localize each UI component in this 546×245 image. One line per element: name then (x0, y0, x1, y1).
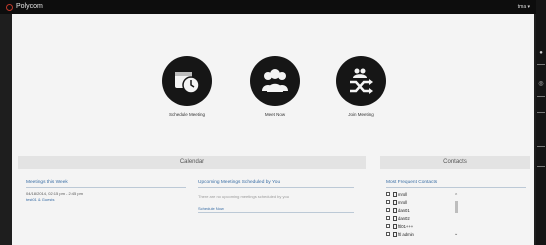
contact-checkbox[interactable] (386, 224, 390, 228)
calendar-clock-icon (175, 72, 200, 94)
right-sidebar: ● ◎ (536, 0, 546, 245)
contact-icon (393, 191, 397, 197)
calendar-header: Calendar (18, 156, 366, 169)
contact-checkbox[interactable] (386, 208, 390, 212)
contact-icon (393, 207, 397, 213)
meet-now-button[interactable] (250, 56, 300, 106)
contact-row[interactable]: dan02 (386, 215, 410, 221)
contact-icon (393, 199, 397, 205)
meetings-this-week-title: Meetings this Week (26, 180, 68, 185)
sidebar-divider (537, 112, 545, 113)
section-underline (386, 187, 526, 188)
meet-now-tile[interactable]: Meet Now (246, 56, 304, 117)
contact-row[interactable]: ftl admin (386, 231, 414, 237)
contact-icon (393, 223, 397, 229)
section-underline (26, 187, 186, 188)
most-frequent-contacts-title: Most Frequent Contacts (386, 180, 438, 185)
top-bar: Polycom tma ▾ (0, 0, 536, 14)
join-meeting-tile[interactable]: Join Meeting (332, 56, 390, 117)
contact-name: ftl01+++ (398, 223, 414, 229)
contacts-header: Contacts (380, 156, 530, 169)
scroll-up-icon[interactable]: ⌃ (454, 193, 458, 199)
upcoming-meetings-title: Upcoming Meetings Scheduled by You (198, 180, 281, 185)
section-underline (198, 212, 354, 213)
people-icon (262, 69, 288, 92)
sidebar-divider (537, 146, 545, 147)
contact-checkbox[interactable] (386, 216, 390, 220)
meet-now-label: Meet Now (264, 112, 286, 117)
contact-icon (393, 215, 397, 221)
contact-name: mroll (398, 199, 408, 205)
headset-icon[interactable]: ◎ (537, 80, 545, 88)
schedule-now-link[interactable]: Schedule Now (198, 206, 224, 211)
schedule-meeting-tile[interactable]: Schedule Meeting (158, 56, 216, 117)
logo-icon (6, 3, 13, 11)
user-icon[interactable]: ● (537, 50, 545, 58)
shuffle-people-icon (350, 68, 373, 94)
contact-checkbox[interactable] (386, 192, 390, 196)
contact-row[interactable]: mroll (386, 199, 407, 205)
contact-icon (393, 231, 397, 237)
meeting-time: 04/18/2014, 02:15 pm - 2:45 pm (26, 191, 83, 196)
contact-checkbox[interactable] (386, 232, 390, 236)
schedule-meeting-label: Schedule Meeting (168, 112, 206, 117)
join-meeting-button[interactable] (336, 56, 386, 106)
join-meeting-label: Join Meeting (348, 112, 374, 117)
sidebar-divider (537, 96, 545, 97)
app-logo[interactable]: Polycom (6, 2, 43, 12)
contact-name: dan01 (398, 207, 410, 213)
user-menu[interactable]: tma ▾ (518, 2, 530, 12)
section-underline (198, 187, 354, 188)
contact-row[interactable]: mroll (386, 191, 407, 197)
sidebar-divider (537, 166, 545, 167)
contact-name: mroll (398, 191, 408, 197)
logo-text: Polycom (16, 3, 43, 10)
contact-row[interactable]: ftl01+++ (386, 223, 413, 229)
contact-name: dan02 (398, 215, 410, 221)
contact-name: ftl admin (398, 231, 414, 237)
contacts-scrollbar[interactable] (455, 201, 458, 213)
contact-checkbox[interactable] (386, 200, 390, 204)
scroll-down-icon[interactable]: ⌄ (454, 231, 458, 237)
meeting-link[interactable]: test01 & Guests (26, 197, 54, 202)
schedule-meeting-button[interactable] (162, 56, 212, 106)
sidebar-divider (537, 64, 545, 65)
contact-row[interactable]: dan01 (386, 207, 410, 213)
upcoming-empty-text: There are no upcoming meetings scheduled… (198, 194, 289, 199)
